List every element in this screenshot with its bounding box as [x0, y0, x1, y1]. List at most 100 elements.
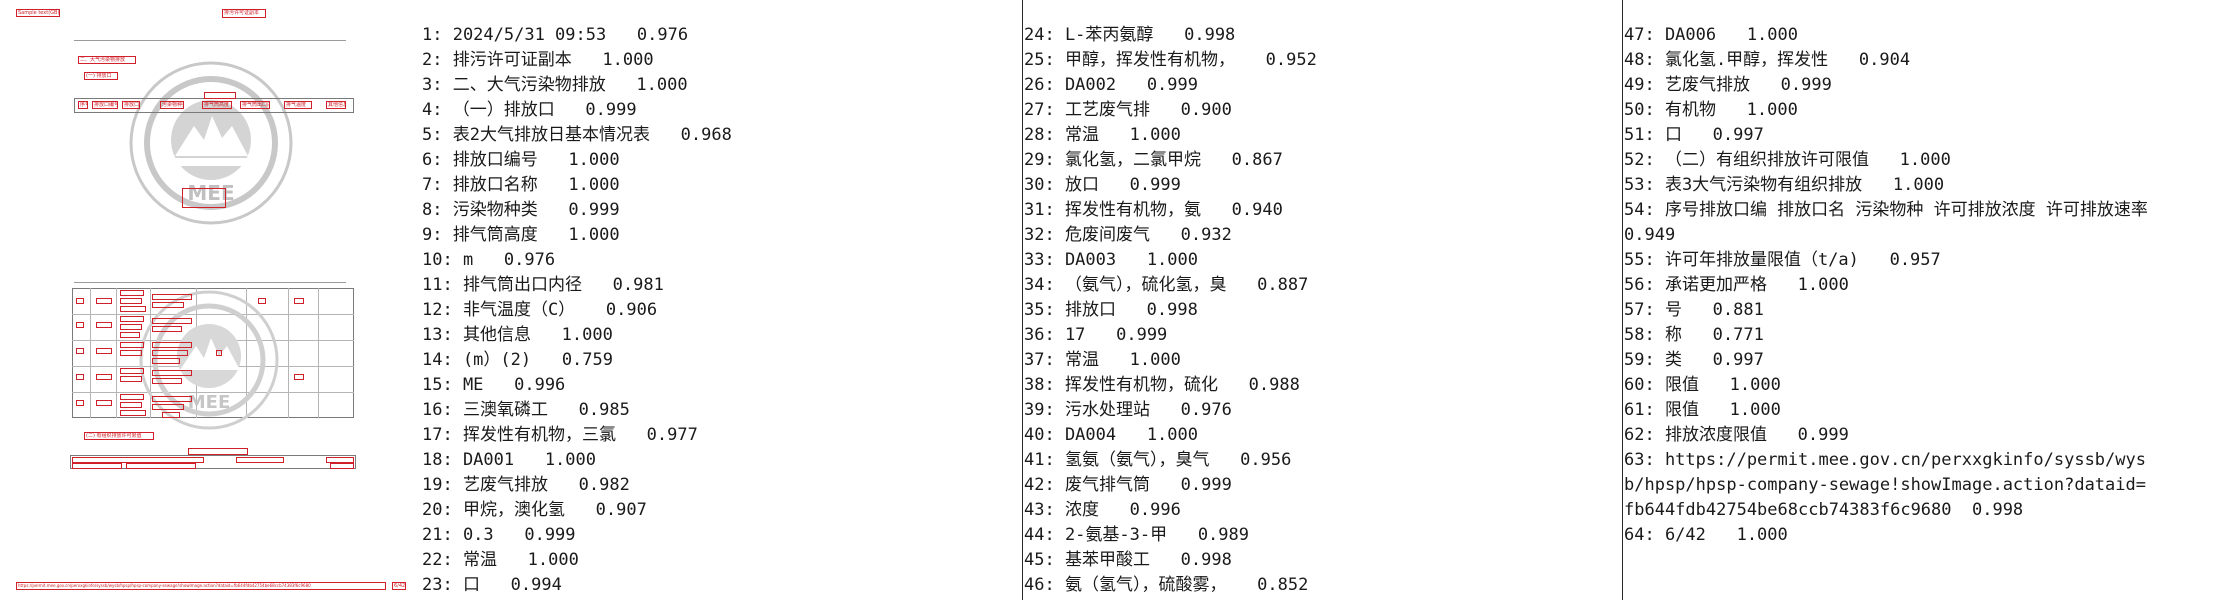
ocr-line: 21: 0.3 0.999 — [422, 525, 576, 545]
ocr-line: 20: 甲烷，澳化氢 0.907 — [422, 500, 647, 520]
ocr-line: 11: 排气筒出口内径 0.981 — [422, 275, 664, 295]
ocr-line: 44: 2-氨基-3-甲 0.989 — [1024, 525, 1249, 545]
ocr-line: 49: 艺废气排放 0.999 — [1624, 75, 1832, 95]
ocr-line: 6: 排放口编号 1.000 — [422, 150, 620, 170]
cell-box — [152, 318, 192, 324]
cell-box — [294, 298, 304, 304]
column-divider — [1622, 0, 1623, 600]
cell-box — [120, 410, 146, 416]
cell-box — [294, 374, 304, 380]
ocr-column-1: 1: 2024/5/31 09:53 0.976 2: 排污许可证副本 1.00… — [422, 0, 1022, 600]
ocr-line: 48: 氯化氢.甲醇，挥发性 0.904 — [1624, 50, 1911, 70]
ocr-column-3: 47: DA006 1.000 48: 氯化氢.甲醇，挥发性 0.904 49:… — [1624, 0, 2224, 600]
cell-box — [162, 412, 180, 418]
cell-box — [152, 342, 192, 348]
ocr-line: 15: ME 0.996 — [422, 375, 566, 395]
top-rule — [74, 40, 346, 41]
ocr-line: 22: 常温 1.000 — [422, 550, 579, 570]
cell-box — [152, 302, 184, 308]
cell-box — [120, 394, 144, 400]
ocr-line: 33: DA003 1.000 — [1024, 250, 1198, 270]
ocr-line: 45: 基苯甲酸工 0.998 — [1024, 550, 1232, 570]
table-header-7: 排气温度 — [284, 101, 312, 109]
ocr-line: 40: DA004 1.000 — [1024, 425, 1198, 445]
ocr-line: 59: 类 0.997 — [1624, 350, 1764, 370]
table-caption-box — [204, 92, 236, 99]
cell-box — [76, 322, 84, 328]
page-thumbnail: Sample text(GB) 排污许可证副本 二、大气污染物排放 (一) 排放… — [0, 0, 410, 600]
cell-box — [258, 298, 266, 304]
ocr-line: 28: 常温 1.000 — [1024, 125, 1181, 145]
cell-box — [76, 298, 84, 304]
cell-box — [120, 368, 144, 374]
ocr-line: 50: 有机物 1.000 — [1624, 100, 1798, 120]
ocr-line: 29: 氯化氢，二氯甲烷 0.867 — [1024, 150, 1283, 170]
cell-box — [152, 358, 180, 364]
cell-box — [152, 294, 192, 300]
cell-box — [120, 350, 142, 356]
ocr-line: 27: 工艺废气排 0.900 — [1024, 100, 1232, 120]
cell-box — [216, 350, 222, 356]
header-label-center-box: 排污许可证副本 — [222, 9, 266, 18]
table3-caption-box — [188, 448, 248, 455]
ocr-line: 31: 挥发性有机物，氨 0.940 — [1024, 200, 1283, 220]
cell-box — [152, 350, 188, 356]
ocr-line: 8: 污染物种类 0.999 — [422, 200, 620, 220]
cell-box — [152, 396, 192, 402]
limits-header-box — [72, 463, 122, 469]
cell-box — [120, 332, 140, 338]
ocr-line: 35: 排放口 0.998 — [1024, 300, 1198, 320]
ocr-line: 4: （一）排放口 0.999 — [422, 100, 637, 120]
seal-label-box — [182, 188, 226, 208]
ocr-line: 34: （氨气），硫化氢，臭 0.887 — [1024, 275, 1309, 295]
ocr-line: 63: https://permit.mee.gov.cn/perxxgkinf… — [1624, 450, 2146, 520]
cell-box — [152, 378, 182, 384]
section-label-limits-box: (二) 有组织排放许可限值 — [84, 432, 154, 440]
ocr-line: 55: 许可年排放量限值（t/a) 0.957 — [1624, 250, 1941, 270]
table-header-8: 其他信息 — [326, 101, 346, 109]
cell-box — [120, 342, 144, 348]
ocr-line: 30: 放口 0.999 — [1024, 175, 1181, 195]
ocr-line: 10: m 0.976 — [422, 250, 556, 270]
section-label-outlet-box: (一) 排放口 — [84, 72, 118, 80]
cell-box — [96, 322, 112, 328]
table-header-6: 排气筒出口内径 — [240, 101, 270, 109]
table-header-2: 排放口编号 — [92, 101, 118, 109]
ocr-line: 39: 污水处理站 0.976 — [1024, 400, 1232, 420]
ocr-column-2: 24: L-苯丙氨醇 0.998 25: 甲醇，挥发性有机物， 0.952 26… — [1024, 0, 1622, 600]
cell-box — [120, 402, 142, 408]
ocr-line: 26: DA002 0.999 — [1024, 75, 1198, 95]
table-header-5: 排气筒高度 — [202, 101, 232, 109]
cell-box — [120, 324, 142, 330]
limits-header-box — [236, 457, 284, 463]
cell-box — [96, 298, 112, 304]
ocr-line: 46: 氨（氢气），硫酸雾， 0.852 — [1024, 575, 1309, 595]
ocr-line: 61: 限值 1.000 — [1624, 400, 1781, 420]
ocr-line: 14: (m）(2) 0.759 — [422, 350, 613, 370]
cell-box — [120, 376, 142, 382]
ocr-line: 53: 表3大气污染物有组织排放 1.000 — [1624, 175, 1945, 195]
ocr-line: 12: 非气温度（C） 0.906 — [422, 300, 658, 320]
ocr-line: 23: 口 0.994 — [422, 575, 562, 595]
cell-box — [120, 298, 142, 304]
footer-url-box: https://permit.mee.gov.cn/perxxgkinfo/sy… — [16, 582, 386, 590]
cell-box — [76, 348, 84, 354]
ocr-line: 16: 三澳氧磷工 0.985 — [422, 400, 630, 420]
cell-box — [96, 400, 112, 406]
ocr-line: 57: 号 0.881 — [1624, 300, 1764, 320]
cell-box — [152, 370, 192, 376]
cell-box — [96, 348, 112, 354]
cell-box — [96, 374, 112, 380]
ocr-line: 54: 序号排放口编 排放口名 污染物种 许可排放浓度 许可排放速率 0.949 — [1624, 200, 2169, 245]
svg-text:MEE: MEE — [188, 392, 231, 413]
table-header-4: 污染物种类 — [160, 101, 184, 109]
limits-header-box — [330, 463, 354, 469]
ocr-line: 47: DA006 1.000 — [1624, 25, 1798, 45]
ocr-line: 60: 限值 1.000 — [1624, 375, 1781, 395]
ocr-line: 2: 排污许可证副本 1.000 — [422, 50, 654, 70]
ocr-line: 18: DA001 1.000 — [422, 450, 596, 470]
header-label-left-box: Sample text(GB) — [16, 9, 60, 17]
ocr-line: 36: 17 0.999 — [1024, 325, 1168, 345]
ocr-line: 38: 挥发性有机物，硫化 0.988 — [1024, 375, 1300, 395]
cell-box — [152, 404, 184, 410]
